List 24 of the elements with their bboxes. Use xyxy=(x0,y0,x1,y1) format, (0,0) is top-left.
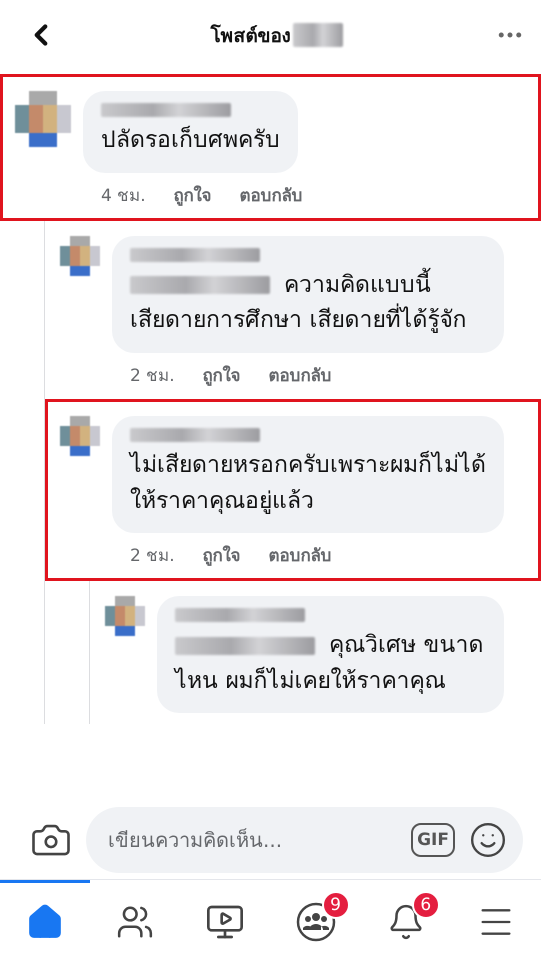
comment-time: 2 ชม. xyxy=(130,364,175,388)
like-link[interactable]: ถูกใจ xyxy=(202,541,241,568)
avatar xyxy=(15,91,71,147)
gif-button[interactable]: GIF xyxy=(411,822,455,856)
comment-time: 2 ชม. xyxy=(130,545,175,568)
avatar xyxy=(60,236,100,276)
comment-time: 4 ชม. xyxy=(101,184,146,208)
comment-text: ปลัดรอเก็บศพครับ xyxy=(101,127,280,153)
comment-text: คุณวิเศษ ขนาดไหน ผมก็ไม่เคยให้ราคาคุณ xyxy=(175,632,484,694)
like-link[interactable]: ถูกใจ xyxy=(174,180,212,208)
nav-tab[interactable]: 9 xyxy=(270,880,361,960)
emoji-icon[interactable] xyxy=(469,820,507,858)
comment-field[interactable]: เขียนความคิดเห็น... GIF xyxy=(86,806,523,872)
reply-link[interactable]: ตอบกลับ xyxy=(240,180,303,208)
reply-link[interactable]: ตอบกลับ xyxy=(268,360,332,388)
count-badge: 9 xyxy=(322,891,350,919)
count-badge: 6 xyxy=(412,891,440,919)
page-title: โพสต์ของ xyxy=(210,23,290,49)
comment-text: ไม่เสียดายหรอกครับเพราะผมก็ไม่ได้ให้ราคาคุณอยู่แล้ว xyxy=(130,452,486,514)
reply-link[interactable]: ตอบกลับ xyxy=(268,541,332,568)
nav-tab[interactable]: 6 xyxy=(360,880,451,960)
avatar xyxy=(60,416,100,456)
like-link[interactable]: ถูกใจ xyxy=(202,360,241,388)
avatar xyxy=(105,596,145,636)
